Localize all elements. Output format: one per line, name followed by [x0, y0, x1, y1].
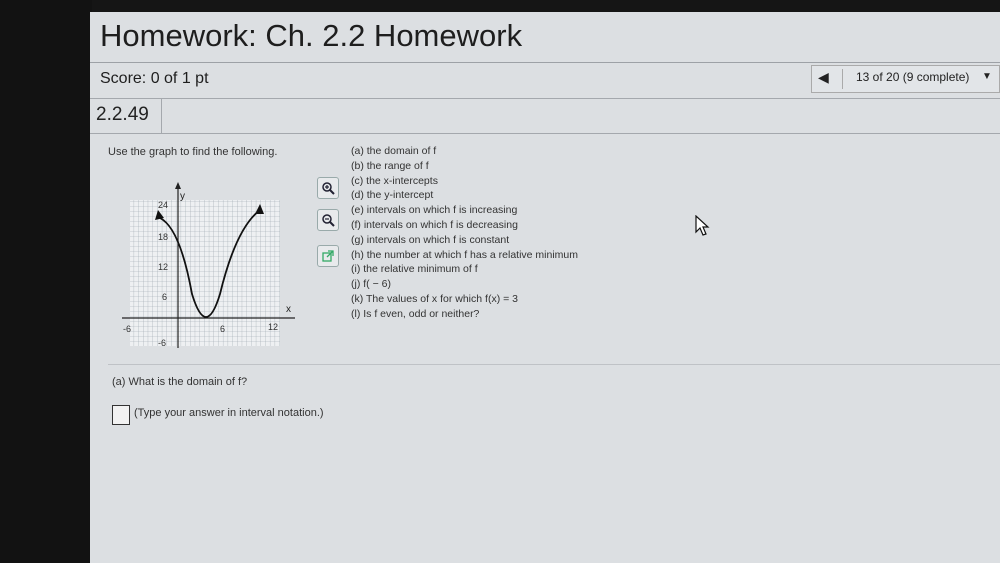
- x-tick-label: 12: [268, 322, 278, 332]
- pager-divider: [842, 69, 843, 89]
- part-c: (c) the x-intercepts: [351, 174, 438, 187]
- divider: [161, 99, 162, 133]
- part-d: (d) the y-intercept: [351, 189, 434, 202]
- question-number: 2.2.49: [96, 104, 149, 125]
- question-number-bar: 2.2.49: [90, 98, 1000, 134]
- divider: [108, 364, 1000, 365]
- part-e: (e) intervals on which f is increasing: [351, 204, 518, 217]
- chevron-down-icon[interactable]: ▼: [982, 71, 992, 82]
- question-pager: ◀ 13 of 20 (9 complete) ▼: [811, 65, 1000, 93]
- x-axis-label: x: [286, 304, 291, 315]
- part-k: (k) The values of x for which f(x) = 3: [351, 292, 518, 305]
- part-g: (g) intervals on which f is constant: [351, 233, 510, 246]
- question-progress[interactable]: 13 of 20 (9 complete): [856, 70, 969, 84]
- answer-input[interactable]: [112, 405, 130, 425]
- subquestion-text: (a) What is the domain of f?: [112, 376, 248, 388]
- part-i: (i) the relative minimum of f: [351, 263, 478, 276]
- part-b: (b) the range of f: [351, 159, 429, 172]
- part-a: (a) the domain of f: [351, 145, 437, 157]
- screen: Homework: Ch. 2.2 Homework Score: 0 of 1…: [90, 12, 1000, 563]
- monitor-bezel-left: [0, 0, 92, 563]
- y-tick-label: 12: [158, 262, 168, 272]
- y-tick-label: 18: [158, 232, 168, 242]
- part-f: (f) intervals on which f is decreasing: [351, 218, 518, 231]
- zoom-in-icon[interactable]: [317, 177, 339, 199]
- y-tick-label: 6: [162, 292, 167, 302]
- page-title: Homework: Ch. 2.2 Homework: [100, 18, 523, 53]
- part-h: (h) the number at which f has a relative…: [351, 248, 579, 261]
- part-j: (j) f( − 6): [351, 278, 391, 291]
- question-parts-list: (a) the domain of f (b) the range of f (…: [351, 144, 578, 322]
- x-tick-label: -6: [123, 324, 131, 334]
- x-tick-label: 6: [220, 324, 225, 334]
- part-l: (l) Is f even, odd or neither?: [351, 307, 480, 320]
- y-axis-label: y: [180, 191, 185, 202]
- previous-question-button[interactable]: ◀: [818, 69, 829, 86]
- question-instruction: Use the graph to find the following.: [108, 146, 278, 158]
- divider: [90, 62, 1000, 63]
- zoom-out-icon[interactable]: [317, 209, 339, 231]
- answer-hint: (Type your answer in interval notation.): [134, 407, 324, 419]
- mouse-cursor-icon: [695, 215, 710, 236]
- y-tick-label: 24: [158, 200, 168, 210]
- popout-icon[interactable]: [317, 245, 339, 267]
- score-text: Score: 0 of 1 pt: [100, 70, 209, 87]
- y-tick-label: -6: [158, 338, 166, 348]
- function-graph[interactable]: y x 24 18 12 6 -6 -6 6 12: [120, 182, 295, 352]
